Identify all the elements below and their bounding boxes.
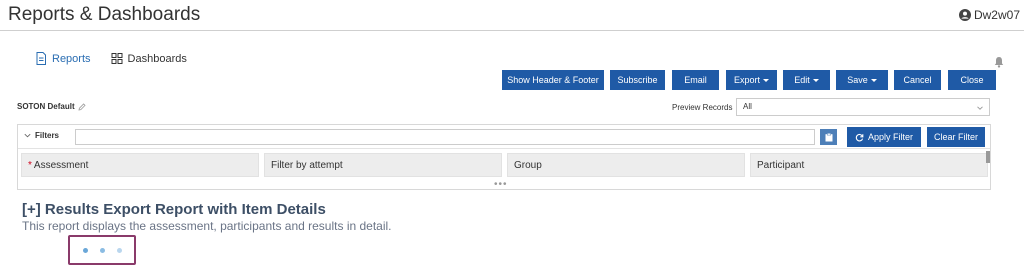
caret-down-icon — [870, 78, 877, 82]
chevron-down-icon — [24, 133, 31, 138]
filters-label: Filters — [35, 131, 60, 140]
report-name-label: SOTON Default — [17, 102, 75, 111]
show-header-footer-button[interactable]: Show Header & Footer — [502, 70, 604, 90]
filter-field-attempt[interactable]: Filter by attempt — [264, 153, 502, 177]
notification-bell-icon[interactable] — [993, 56, 1005, 68]
preview-records-value: All — [743, 102, 752, 111]
filter-field-group[interactable]: Group — [507, 153, 745, 177]
filters-panel: Filters Apply Filter Clear Filter * Asses… — [17, 124, 991, 190]
chevron-down-icon — [977, 106, 983, 110]
filters-toggle[interactable]: Filters — [24, 131, 59, 140]
filters-header: Filters Apply Filter Clear Filter — [18, 125, 990, 149]
caret-down-icon — [763, 78, 769, 82]
caret-down-icon — [812, 78, 819, 82]
tab-dashboards-label: Dashboards — [127, 52, 187, 65]
report-description: This report displays the assessment, par… — [22, 219, 392, 233]
required-marker: * — [28, 160, 32, 171]
dashboard-grid-icon — [111, 53, 123, 64]
loading-dot-icon — [99, 247, 105, 253]
filter-field-label: Participant — [757, 160, 805, 171]
user-menu[interactable]: Dw2w07 — [958, 8, 1020, 22]
export-label: Export — [733, 75, 760, 85]
refresh-icon — [855, 133, 864, 141]
tab-reports-label: Reports — [52, 52, 91, 65]
email-button[interactable]: Email — [672, 70, 719, 90]
apply-filter-label: Apply Filter — [867, 132, 913, 142]
save-label: Save — [847, 75, 868, 85]
preview-records-select[interactable]: All — [736, 98, 990, 116]
cancel-button[interactable]: Cancel — [894, 70, 941, 90]
preview-records-label: Preview Records — [672, 103, 733, 112]
tab-reports[interactable]: Reports — [35, 52, 91, 65]
app-title: Reports & Dashboards — [8, 4, 201, 25]
loading-dot-icon — [82, 247, 88, 253]
user-avatar-icon — [958, 9, 971, 21]
clipboard-button[interactable] — [820, 129, 837, 145]
edit-button[interactable]: Edit — [783, 70, 830, 90]
document-icon — [36, 52, 46, 65]
nav-tabs: Reports Dashboards — [35, 52, 187, 65]
edit-pencil-icon[interactable] — [78, 102, 86, 111]
report-name: SOTON Default — [17, 102, 86, 111]
clipboard-icon — [825, 132, 832, 141]
resize-handle-icon[interactable]: ••• — [494, 180, 508, 190]
top-bar: Reports & Dashboards Dw2w07 — [0, 0, 1024, 31]
apply-filter-button[interactable]: Apply Filter — [847, 127, 921, 147]
loading-dot-icon — [116, 247, 122, 253]
close-button[interactable]: Close — [948, 70, 996, 90]
edit-label: Edit — [794, 75, 810, 85]
clear-filter-button[interactable]: Clear Filter — [927, 127, 985, 147]
filter-field-label: Assessment — [33, 160, 89, 171]
loading-indicator — [68, 235, 136, 265]
subscribe-button[interactable]: Subscribe — [610, 70, 665, 90]
scrollbar-thumb[interactable] — [986, 151, 990, 163]
tab-dashboards[interactable]: Dashboards — [111, 52, 187, 65]
filter-field-participant[interactable]: Participant — [750, 153, 988, 177]
filter-field-assessment[interactable]: * Assessment — [21, 153, 259, 177]
filter-field-label: Group — [514, 160, 542, 171]
filter-field-label: Filter by attempt — [271, 160, 343, 171]
save-button[interactable]: Save — [836, 70, 888, 90]
export-button[interactable]: Export — [726, 70, 777, 90]
user-name: Dw2w07 — [973, 8, 1020, 22]
report-title[interactable]: [+] Results Export Report with Item Deta… — [22, 201, 326, 218]
filter-search-input[interactable] — [75, 129, 815, 145]
